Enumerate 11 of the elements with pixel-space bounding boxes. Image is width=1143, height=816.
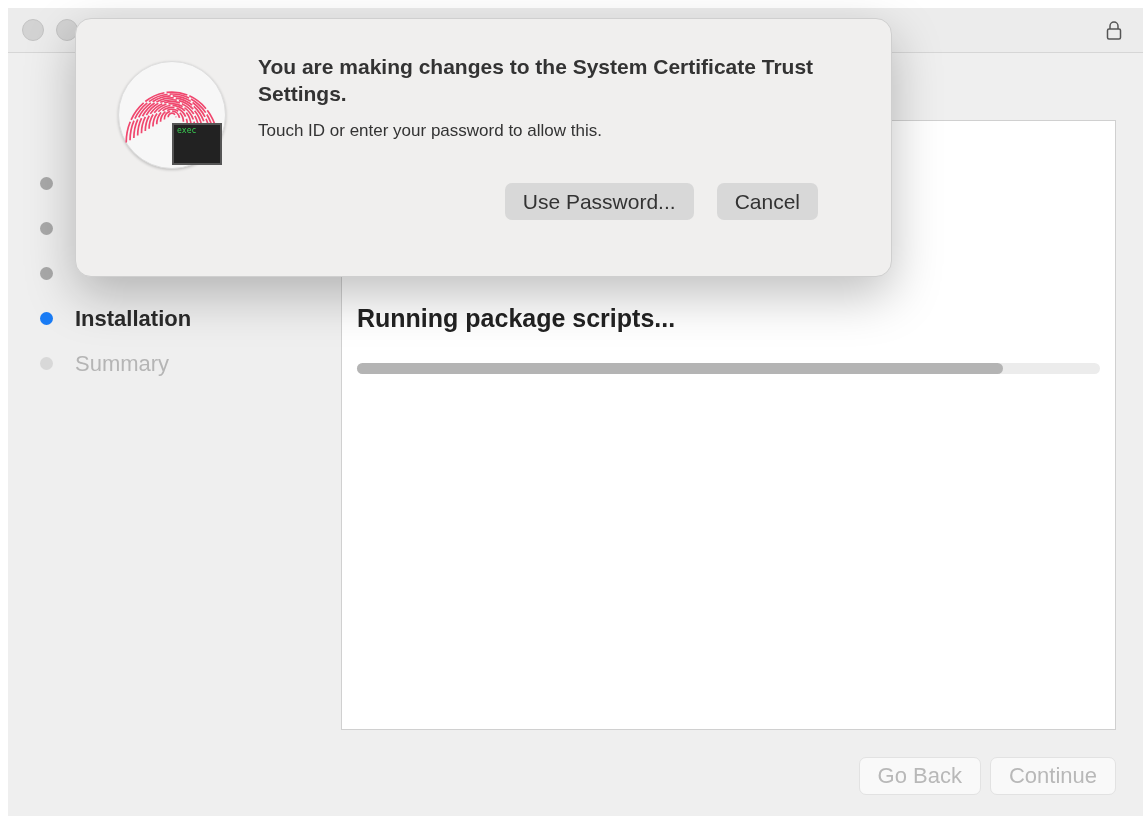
- use-password-button[interactable]: Use Password...: [504, 183, 694, 220]
- close-button[interactable]: [22, 19, 44, 41]
- cancel-button[interactable]: Cancel: [716, 183, 818, 220]
- status-heading: Running package scripts...: [357, 304, 677, 333]
- step-label: Summary: [75, 350, 170, 377]
- lock-icon[interactable]: [1106, 20, 1122, 40]
- terminal-label: exec: [177, 126, 198, 135]
- step-label: Installation: [75, 305, 192, 332]
- dialog-title: You are making changes to the System Certificate Trust Settings.: [258, 54, 815, 107]
- dialog-message: Touch ID or enter your password to allow this.: [258, 121, 603, 141]
- minimize-button[interactable]: [56, 19, 78, 41]
